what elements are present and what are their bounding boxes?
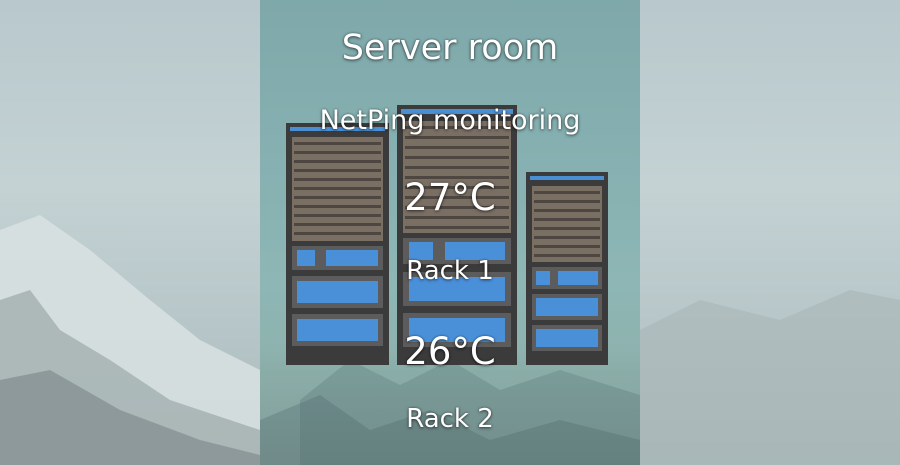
rack-left-icon [286, 123, 389, 365]
widget-subtitle: NetPing monitoring [319, 105, 581, 136]
rack1-temperature: 27°C [404, 176, 496, 219]
widget-panel[interactable]: Server room NetPing monitoring 27°C Rack… [260, 0, 640, 465]
rack2-label: Rack 2 [406, 404, 494, 434]
rack1-label: Rack 1 [406, 256, 494, 286]
server-racks-icon [286, 105, 608, 365]
widget-title: Server room [341, 28, 559, 68]
rack2-temperature: 26°C [404, 330, 496, 373]
rack-center-icon [397, 105, 517, 365]
